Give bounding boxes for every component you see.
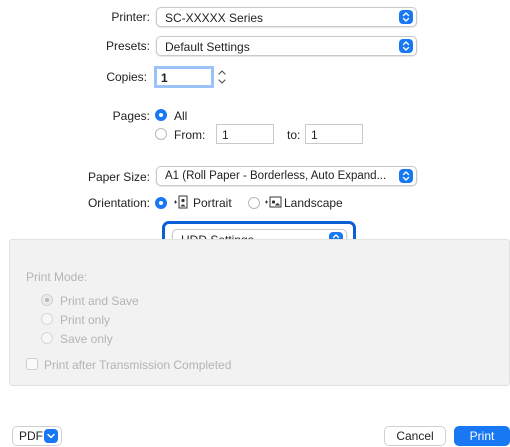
chevron-down-icon	[44, 429, 58, 443]
presets-value: Default Settings	[165, 40, 250, 54]
portrait-label: Portrait	[193, 196, 232, 210]
print-after-transmission-checkbox[interactable]	[26, 358, 38, 370]
print-button[interactable]: Print	[454, 426, 510, 446]
landscape-radio[interactable]	[248, 197, 260, 209]
landscape-label: Landscape	[284, 196, 343, 210]
printer-value: SC-XXXXX Series	[165, 11, 264, 25]
orientation-label: Orientation:	[87, 196, 150, 210]
copies-value: 1	[161, 71, 168, 85]
paper-size-popup[interactable]: A1 (Roll Paper - Borderless, Auto Expand…	[156, 166, 417, 186]
copies-field[interactable]: 1	[154, 66, 214, 88]
copies-label: Copies:	[106, 70, 147, 84]
paper-size-value: A1 (Roll Paper - Borderless, Auto Expand…	[165, 170, 387, 182]
print-after-transmission-label: Print after Transmission Completed	[44, 358, 232, 372]
printer-popup[interactable]: SC-XXXXX Series	[156, 7, 417, 27]
print-and-save-radio[interactable]	[41, 294, 53, 306]
cancel-button[interactable]: Cancel	[384, 426, 446, 446]
pages-from-label: From:	[174, 128, 206, 142]
print-mode-label: Print Mode:	[26, 270, 88, 284]
copies-stepper[interactable]	[216, 67, 228, 87]
save-only-label: Save only	[60, 332, 113, 346]
pages-label: Pages:	[112, 109, 150, 123]
pdf-menu-button[interactable]: PDF	[12, 426, 62, 446]
pages-from-value: 1	[222, 128, 229, 142]
pages-all-radio[interactable]	[155, 109, 167, 121]
chevron-updown-icon	[399, 169, 413, 183]
pages-to-label: to:	[287, 128, 301, 142]
pdf-label: PDF	[19, 429, 43, 443]
pages-all-label: All	[174, 109, 188, 123]
presets-popup[interactable]: Default Settings	[156, 36, 417, 56]
pages-to-value: 1	[311, 128, 318, 142]
paper-size-label: Paper Size:	[87, 170, 150, 184]
landscape-icon	[264, 195, 282, 212]
print-only-radio[interactable]	[41, 313, 53, 325]
pages-from-field[interactable]: 1	[216, 124, 274, 144]
stepper-icon	[218, 70, 226, 84]
pages-range-radio[interactable]	[155, 128, 167, 140]
save-only-radio[interactable]	[41, 332, 53, 344]
print-and-save-label: Print and Save	[60, 294, 139, 308]
print-only-label: Print only	[60, 313, 111, 327]
printer-label: Printer:	[111, 10, 150, 24]
pages-to-field[interactable]: 1	[305, 124, 363, 144]
portrait-radio[interactable]	[155, 197, 167, 209]
portrait-icon	[173, 195, 189, 212]
presets-label: Presets:	[105, 39, 150, 53]
chevron-updown-icon	[399, 39, 413, 53]
chevron-updown-icon	[399, 10, 413, 24]
